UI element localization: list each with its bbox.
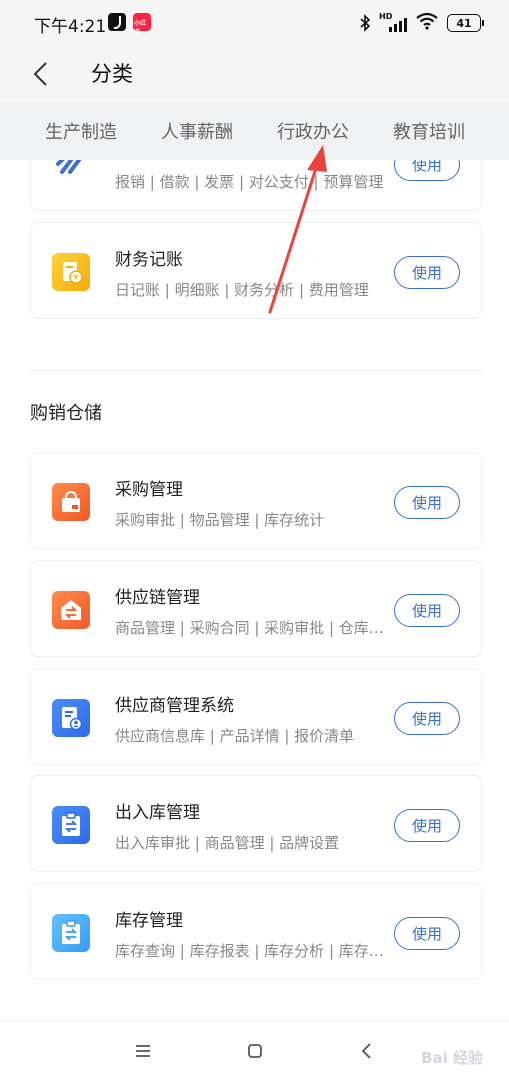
page-title: 分类 xyxy=(91,62,133,86)
bluetooth-icon xyxy=(359,14,371,32)
use-button[interactable]: 使用 xyxy=(394,486,460,519)
home-square-icon[interactable] xyxy=(243,1039,267,1063)
inout-clipboard-icon xyxy=(52,806,90,844)
app-card-purchase[interactable]: 采购管理 采购审批 | 物品管理 | 库存统计 使用 xyxy=(30,452,482,549)
app-name: 供应链管理 xyxy=(115,588,200,608)
app-name: 供应商管理系统 xyxy=(115,696,234,716)
use-button[interactable]: 使用 xyxy=(394,256,460,289)
status-time: 下午4:21 xyxy=(34,17,107,37)
use-button[interactable]: 使用 xyxy=(394,702,460,735)
app-tags: 商品管理 | 采购合同 | 采购审批 | 仓库管理 xyxy=(115,619,397,637)
app-tags: 报销 | 借款 | 发票 | 对公支付 | 预算管理 xyxy=(115,173,384,191)
app-tags: 出入库审批 | 商品管理 | 品牌设置 xyxy=(115,834,340,852)
svg-text:¥: ¥ xyxy=(73,273,78,282)
app-tags: 采购审批 | 物品管理 | 库存统计 xyxy=(115,511,325,529)
category-tabs: 生产制造 人事薪酬 行政办公 教育培训 xyxy=(0,102,509,160)
reimburse-icon xyxy=(52,160,90,183)
tiktok-icon xyxy=(108,13,126,31)
xiaohongshu-label: 小红书 xyxy=(134,20,147,36)
supply-chain-icon xyxy=(52,591,90,629)
app-card-inout[interactable]: 出入库管理 出入库审批 | 商品管理 | 品牌设置 使用 xyxy=(30,775,482,872)
use-button[interactable]: 使用 xyxy=(394,809,460,842)
app-name: 财务记账 xyxy=(115,250,183,270)
tab-hr-payroll[interactable]: 人事薪酬 xyxy=(139,118,255,144)
app-tags: 日记账 | 明细账 | 财务分析 | 费用管理 xyxy=(115,281,369,299)
chevron-left-icon[interactable] xyxy=(30,60,54,88)
section-divider xyxy=(30,370,482,371)
section-title: 购销仓储 xyxy=(30,403,102,424)
app-tags: 供应商信息库 | 产品详情 | 报价清单 xyxy=(115,727,355,745)
top-nav-bar: 分类 xyxy=(0,46,509,102)
watermark: Bai 经验 xyxy=(421,1049,483,1067)
app-name: 出入库管理 xyxy=(115,803,200,823)
supplier-icon xyxy=(52,699,90,737)
app-card-reimburse[interactable]: 报销 | 借款 | 发票 | 对公支付 | 预算管理 使用 xyxy=(30,160,482,211)
cell-signal-icon: HD xyxy=(379,12,407,32)
app-card-supplier[interactable]: 供应商管理系统 供应商信息库 | 产品详情 | 报价清单 使用 xyxy=(30,668,482,765)
back-triangle-icon[interactable] xyxy=(355,1039,379,1063)
app-card-ledger[interactable]: ¥ 财务记账 日记账 | 明细账 | 财务分析 | 费用管理 使用 xyxy=(30,222,482,319)
app-list-content: 报销 | 借款 | 发票 | 对公支付 | 预算管理 使用 ¥ 财务记账 日记账… xyxy=(0,160,509,1020)
use-button[interactable]: 使用 xyxy=(394,917,460,950)
app-name: 采购管理 xyxy=(115,480,183,500)
tab-education-training[interactable]: 教育培训 xyxy=(371,118,487,144)
use-button[interactable]: 使用 xyxy=(394,594,460,627)
app-tags: 库存查询 | 库存报表 | 库存分析 | 库存预警 xyxy=(115,942,397,960)
status-icons: HD 41 xyxy=(359,12,484,34)
use-button[interactable]: 使用 xyxy=(394,160,460,181)
tab-admin-office[interactable]: 行政办公 xyxy=(255,118,371,144)
purchase-bag-icon xyxy=(52,483,90,521)
app-card-inventory[interactable]: 库存管理 库存查询 | 库存报表 | 库存分析 | 库存预警 使用 xyxy=(30,883,482,980)
battery-indicator: 41 xyxy=(447,14,484,32)
wifi-icon xyxy=(415,12,439,34)
tab-production[interactable]: 生产制造 xyxy=(0,118,139,144)
app-card-supply-chain[interactable]: 供应链管理 商品管理 | 采购合同 | 采购审批 | 仓库管理 使用 xyxy=(30,560,482,657)
system-nav-bar: Bai 经验 xyxy=(0,1020,509,1080)
status-bar: 下午4:21 小红书 HD 41 xyxy=(0,0,509,46)
xiaohongshu-icon: 小红书 xyxy=(133,13,151,36)
ledger-icon: ¥ xyxy=(52,253,90,291)
inventory-clipboard-icon xyxy=(52,914,90,952)
menu-icon[interactable] xyxy=(131,1039,155,1063)
app-name: 库存管理 xyxy=(115,911,183,931)
